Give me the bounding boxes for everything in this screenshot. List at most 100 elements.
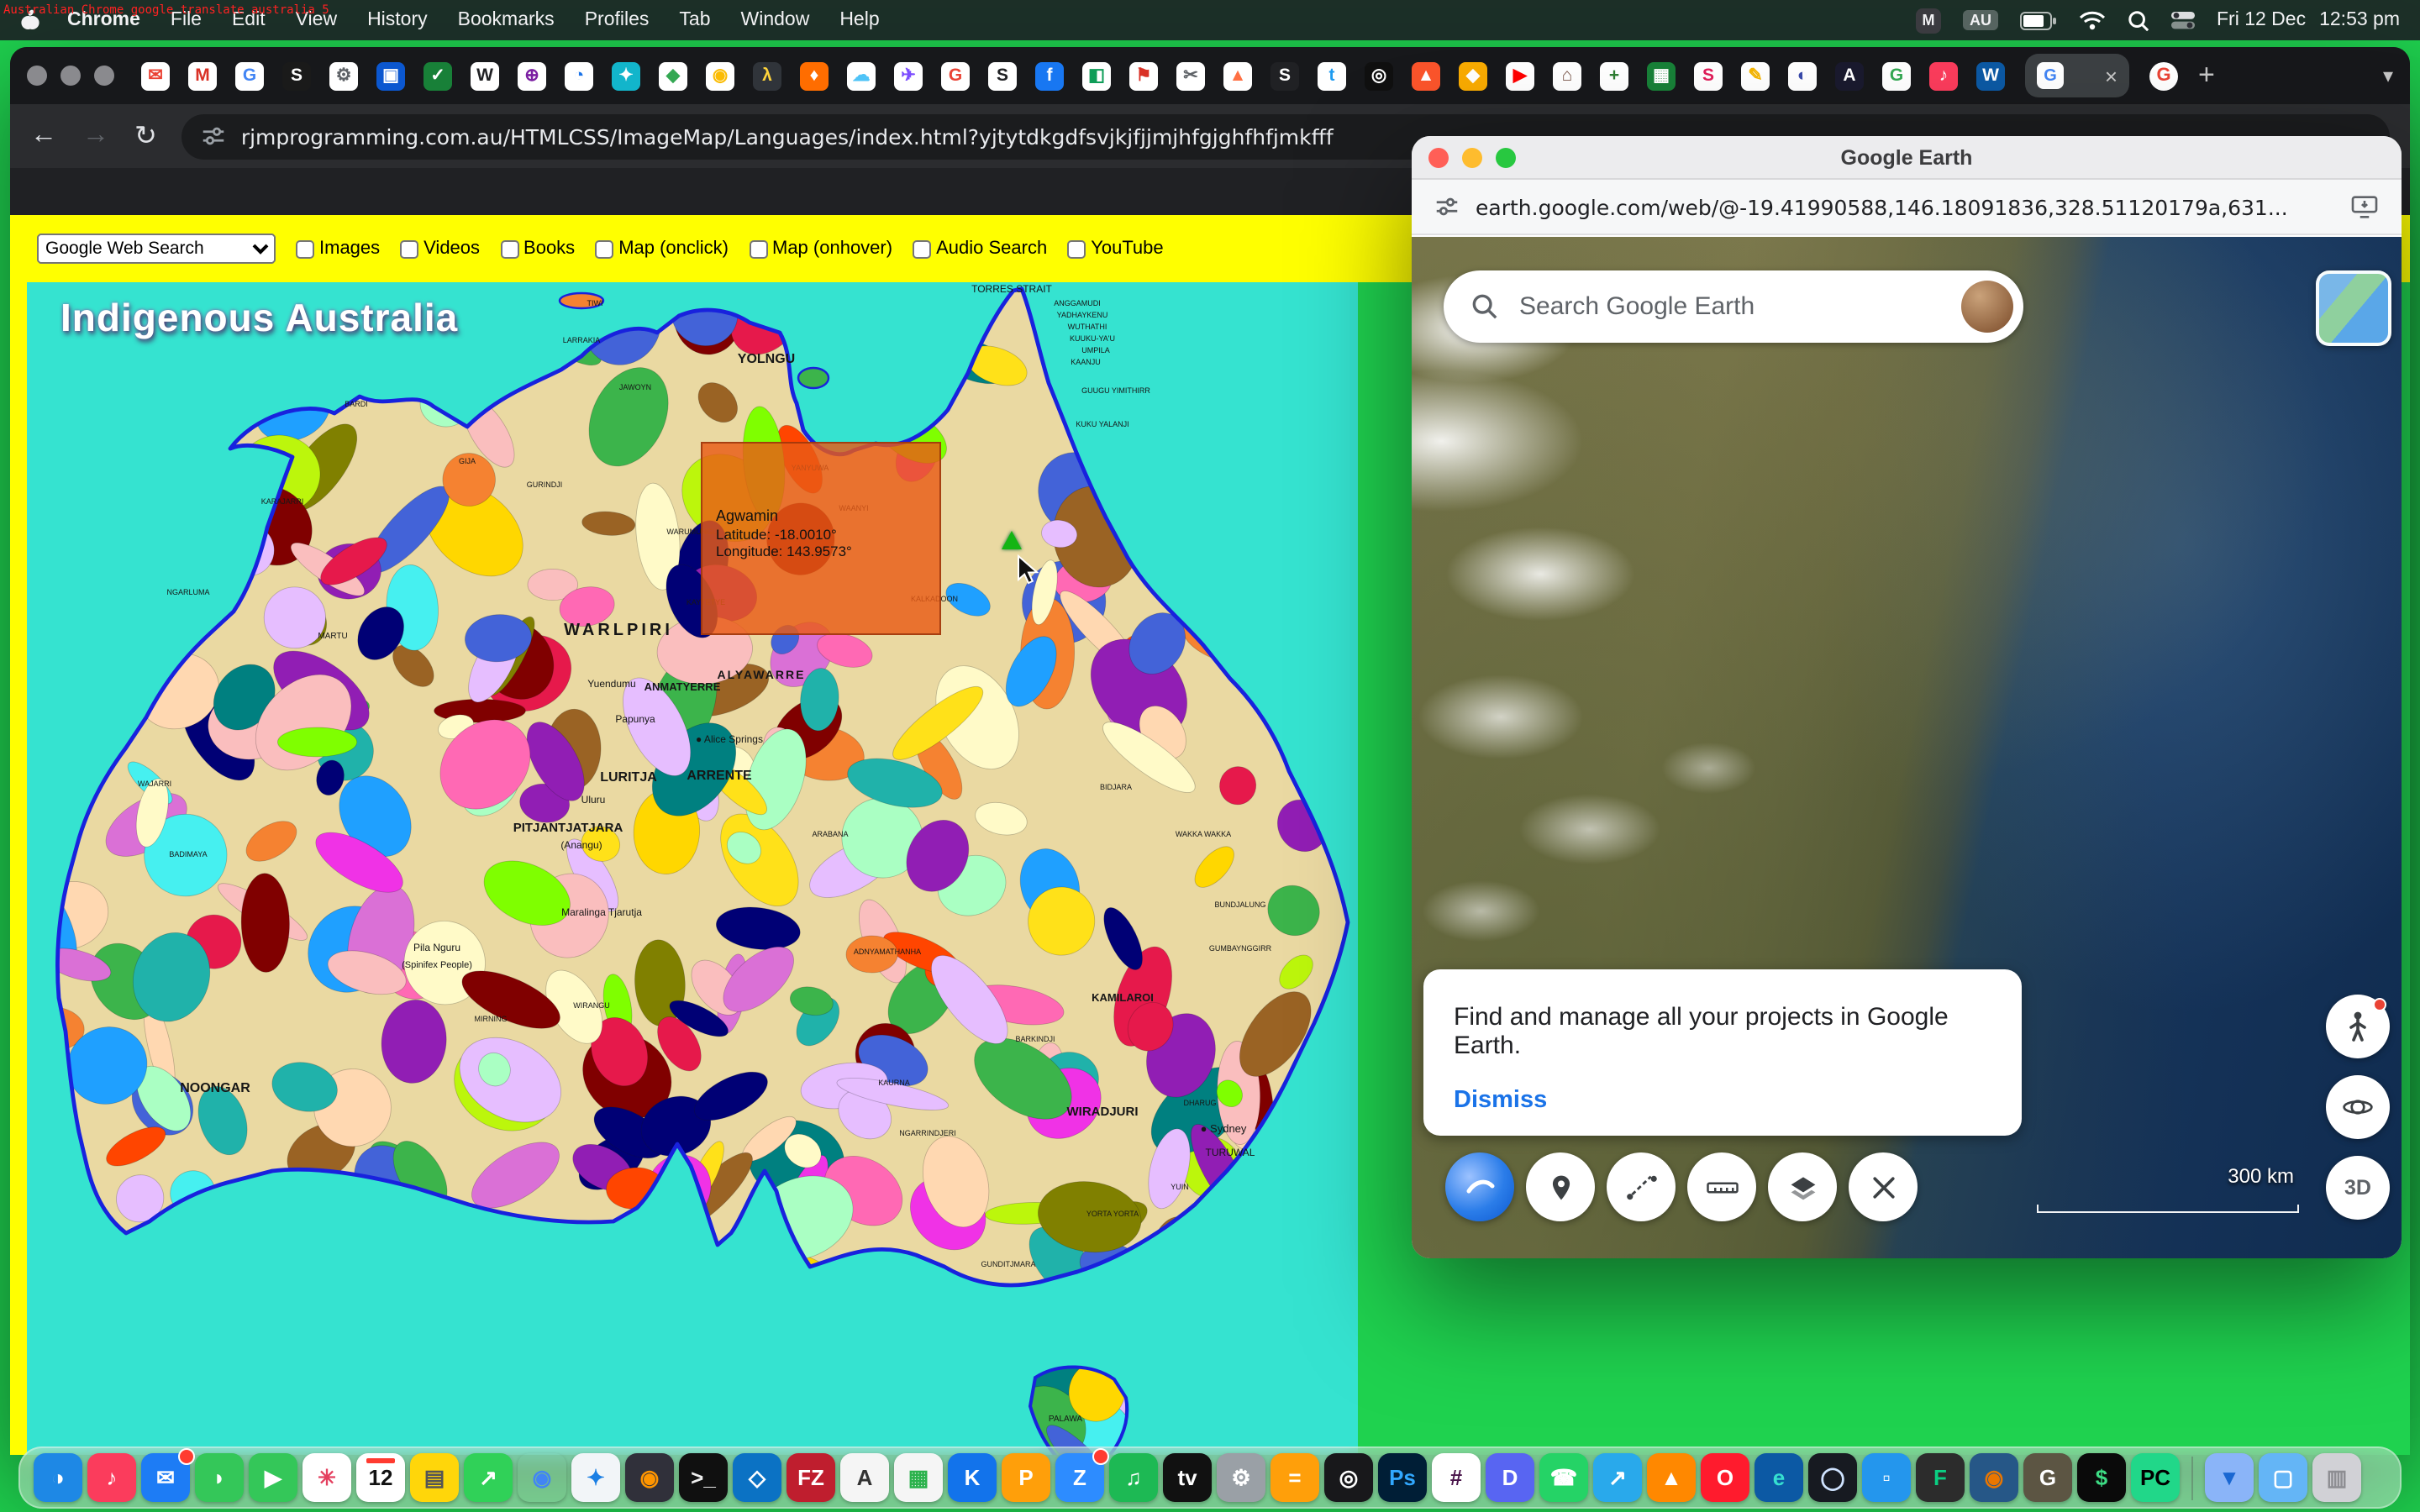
dock-icon-mail[interactable]: ✉ — [141, 1453, 190, 1502]
dock-icon-iterm[interactable]: $ — [2077, 1453, 2126, 1502]
checkbox-input[interactable] — [913, 239, 931, 258]
draw-path-button[interactable] — [1607, 1152, 1676, 1221]
close-window-button[interactable] — [27, 66, 47, 86]
browser-tab[interactable]: ▲ — [1412, 61, 1440, 90]
wifi-icon[interactable] — [2079, 10, 2106, 30]
checkbox-books[interactable]: Books — [500, 239, 575, 259]
street-view-button[interactable] — [2326, 995, 2390, 1058]
map-style-button[interactable] — [1445, 1152, 1514, 1221]
active-tab[interactable]: G × — [2025, 54, 2129, 97]
checkbox-input[interactable] — [296, 239, 314, 258]
dock-icon-opera[interactable]: O — [1701, 1453, 1749, 1502]
dock-icon-calendar[interactable]: 12 — [356, 1453, 405, 1502]
browser-tab[interactable]: ◧ — [1082, 61, 1111, 90]
dock-icon-trash[interactable]: ▥ — [2312, 1453, 2361, 1502]
dock-icon-firefox[interactable]: ◉ — [625, 1453, 674, 1502]
dock-icon-notes[interactable]: ▤ — [410, 1453, 459, 1502]
menu-bar-clock[interactable]: Fri 12 Dec 12:53 pm — [2217, 10, 2400, 30]
site-settings-icon[interactable] — [203, 124, 226, 148]
browser-tab[interactable]: M — [188, 61, 217, 90]
dock-icon-tv[interactable]: tv — [1163, 1453, 1212, 1502]
dock-icon-music[interactable]: ♪ — [87, 1453, 136, 1502]
groote-eylandt[interactable] — [798, 368, 829, 388]
browser-tab[interactable]: ✂ — [1176, 61, 1205, 90]
browser-tab[interactable]: G — [1882, 61, 1911, 90]
menubar-item-edit[interactable]: Edit — [232, 10, 266, 30]
checkbox-input[interactable] — [1067, 239, 1086, 258]
browser-tab[interactable]: ☁ — [847, 61, 876, 90]
browser-tab[interactable]: ⊕ — [518, 61, 546, 90]
battery-icon[interactable] — [2020, 11, 2057, 29]
keyboard-layout-badge[interactable]: AU — [1963, 10, 1998, 30]
browser-tab[interactable]: ▦ — [1647, 61, 1676, 90]
dock-icon-photoshop[interactable]: Ps — [1378, 1453, 1427, 1502]
dock-icon-figma[interactable]: F — [1916, 1453, 1965, 1502]
avatar[interactable] — [1961, 281, 2013, 333]
dock-icon-downloads[interactable]: ▼ — [2205, 1453, 2254, 1502]
dock-icon-discord[interactable]: D — [1486, 1453, 1534, 1502]
menubar-item-help[interactable]: Help — [839, 10, 879, 30]
dock-icon-keynote[interactable]: K — [948, 1453, 997, 1502]
layers-button[interactable] — [1768, 1152, 1837, 1221]
tab-close-icon[interactable]: × — [2105, 63, 2118, 88]
dock-icon-zoom[interactable]: Z — [1055, 1453, 1104, 1502]
dock-icon-numbers[interactable]: ▦ — [894, 1453, 943, 1502]
browser-tab[interactable]: G — [235, 61, 264, 90]
tools-button[interactable] — [1849, 1152, 1918, 1221]
browser-tab[interactable]: ✎ — [1741, 61, 1770, 90]
dock-icon-vlc[interactable]: ▲ — [1647, 1453, 1696, 1502]
new-tab-button[interactable]: + — [2198, 59, 2215, 92]
browser-tab[interactable]: A — [1835, 61, 1864, 90]
dock-icon-calculator[interactable]: = — [1270, 1453, 1319, 1502]
open-on-device-icon[interactable] — [2351, 195, 2378, 218]
checkbox-audio-search[interactable]: Audio Search — [913, 239, 1047, 259]
browser-tab[interactable]: ⚑ — [1129, 61, 1158, 90]
browser-tab[interactable]: ♦ — [800, 61, 829, 90]
browser-tab[interactable]: G — [941, 61, 970, 90]
add-placemark-button[interactable] — [1526, 1152, 1595, 1221]
browser-tab[interactable]: W — [1976, 61, 2005, 90]
checkbox-input[interactable] — [749, 239, 767, 258]
dock-icon-chrome[interactable]: ◉ — [518, 1453, 566, 1502]
overview-minimap[interactable] — [2316, 270, 2391, 346]
checkbox-images[interactable]: Images — [296, 239, 380, 259]
dock-icon-obs[interactable]: ◎ — [1324, 1453, 1373, 1502]
dock-icon-terminal[interactable]: >_ — [679, 1453, 728, 1502]
dock-icon-slack[interactable]: # — [1432, 1453, 1481, 1502]
browser-tab[interactable]: ◆ — [1459, 61, 1487, 90]
measure-button[interactable] — [1687, 1152, 1756, 1221]
menubar-item-chrome[interactable]: Chrome — [67, 10, 140, 30]
browser-tab[interactable]: ✈ — [894, 61, 923, 90]
browser-tab[interactable]: S — [1694, 61, 1723, 90]
zoom-window-button[interactable] — [1496, 147, 1516, 167]
browser-tab[interactable]: + — [1600, 61, 1628, 90]
browser-tab[interactable]: ◎ — [1365, 61, 1393, 90]
menubar-item-view[interactable]: View — [296, 10, 337, 30]
zoom-window-button[interactable] — [94, 66, 114, 86]
browser-tab[interactable]: ◉ — [706, 61, 734, 90]
dock-icon-gimp[interactable]: G — [2023, 1453, 2072, 1502]
menubar-item-window[interactable]: Window — [741, 10, 810, 30]
dock-icon-docker[interactable]: ▫ — [1862, 1453, 1911, 1502]
dock-icon-pages[interactable]: P — [1002, 1453, 1050, 1502]
australia-language-map-svg[interactable]: TORRES STRAITANGGAMUDIYADHAYKENUWUTHATHI… — [27, 282, 1358, 1455]
close-window-button[interactable] — [1428, 147, 1449, 167]
checkbox-input[interactable] — [500, 239, 518, 258]
tab-search-chevron[interactable]: ▾ — [2383, 64, 2393, 87]
dock-icon-safari[interactable]: ✦ — [571, 1453, 620, 1502]
browser-tab[interactable]: ♪ — [1929, 61, 1958, 90]
dock-icon-folder[interactable]: ▢ — [2259, 1453, 2307, 1502]
browser-tab[interactable]: ✦ — [612, 61, 640, 90]
back-button[interactable]: ← — [30, 121, 57, 151]
dock-icon-textedit[interactable]: A — [840, 1453, 889, 1502]
browser-tab[interactable]: S — [988, 61, 1017, 90]
checkbox-youtube[interactable]: YouTube — [1067, 239, 1163, 259]
dock-icon-maps[interactable]: ↗ — [464, 1453, 513, 1502]
dock-icon-photos[interactable]: ✳ — [302, 1453, 351, 1502]
menubar-item-history[interactable]: History — [367, 10, 428, 30]
dock-icon-edge[interactable]: e — [1754, 1453, 1803, 1502]
dock-icon-spotify[interactable]: ♫ — [1109, 1453, 1158, 1502]
dock-icon-pycharm[interactable]: PC — [2131, 1453, 2180, 1502]
browser-tab[interactable]: λ — [753, 61, 781, 90]
forward-button[interactable]: → — [82, 121, 109, 151]
